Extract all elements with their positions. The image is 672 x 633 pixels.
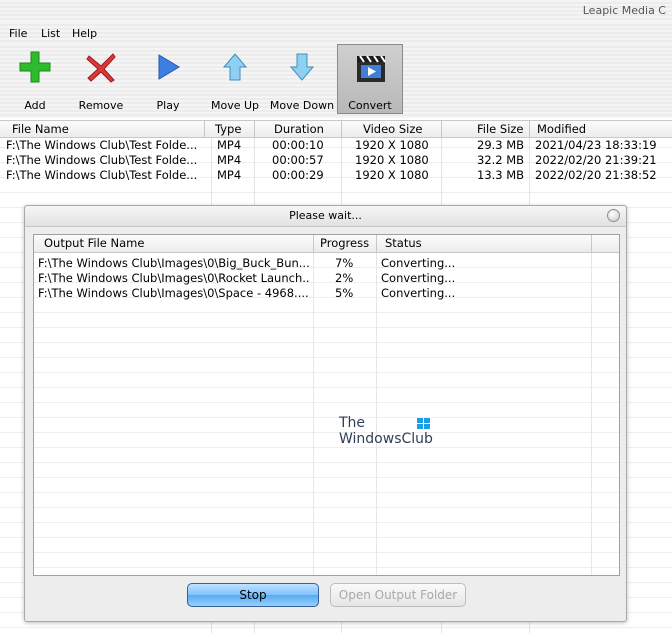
stop-button[interactable]: Stop: [187, 583, 319, 607]
cell-duration: 00:00:57: [272, 153, 324, 167]
header-separator[interactable]: [591, 235, 592, 252]
header-separator[interactable]: [204, 121, 205, 137]
cell-duration: 00:00:29: [272, 168, 324, 182]
cell-modified: 2022/02/20 21:39:21: [535, 153, 657, 167]
add-icon: [19, 51, 51, 83]
cell-type: MP4: [217, 138, 242, 152]
list-item[interactable]: F:\The Windows Club\Images\0\Big_Buck_Bu…: [34, 256, 619, 271]
list-item[interactable]: F:\The Windows Club\Images\0\Rocket Laun…: [34, 271, 619, 286]
windows-logo-icon: [417, 418, 431, 430]
remove-icon: [86, 53, 116, 83]
cell-modified: 2022/02/20 21:38:52: [535, 168, 657, 182]
cell-status: Converting...: [381, 271, 456, 285]
cell-output-file-name: F:\The Windows Club\Images\0\Big_Buck_Bu…: [38, 256, 310, 270]
table-row[interactable]: F:\The Windows Club\Test Folde... MP4 00…: [0, 138, 672, 153]
menu-file[interactable]: File: [9, 27, 27, 40]
add-button[interactable]: Add: [2, 44, 68, 114]
move-up-button[interactable]: Move Up: [202, 44, 268, 114]
cell-status: Converting...: [381, 286, 456, 300]
cell-modified: 2021/04/23 18:33:19: [535, 138, 657, 152]
progress-dialog: Please wait... Output File Name Progress…: [24, 205, 627, 622]
play-button[interactable]: Play: [135, 44, 201, 114]
header-status[interactable]: Status: [385, 236, 422, 250]
cell-type: MP4: [217, 168, 242, 182]
menu-help[interactable]: Help: [72, 27, 97, 40]
output-list-grid: [34, 253, 619, 575]
cell-progress: 2%: [335, 271, 354, 285]
convert-button[interactable]: Convert: [337, 44, 403, 114]
cell-status: Converting...: [381, 256, 456, 270]
watermark: The WindowsClub: [339, 415, 433, 447]
cell-video-size: 1920 X 1080: [355, 168, 429, 182]
cell-output-file-name: F:\The Windows Club\Images\0\Space - 496…: [38, 286, 309, 300]
table-row[interactable]: F:\The Windows Club\Test Folde... MP4 00…: [0, 153, 672, 168]
cell-progress: 5%: [335, 286, 354, 300]
list-item[interactable]: F:\The Windows Club\Images\0\Space - 496…: [34, 286, 619, 301]
dialog-title-bar[interactable]: Please wait...: [25, 206, 626, 227]
play-label: Play: [156, 99, 180, 112]
clapperboard-icon: [357, 55, 386, 82]
cell-type: MP4: [217, 153, 242, 167]
cell-video-size: 1920 X 1080: [355, 138, 429, 152]
header-video-size[interactable]: Video Size: [363, 122, 422, 136]
header-separator[interactable]: [341, 121, 342, 137]
toolbar: Add Remove Play Move Up Move Down Conver…: [0, 44, 672, 118]
watermark-line2: WindowsClub: [339, 431, 433, 447]
header-progress[interactable]: Progress: [320, 236, 369, 250]
open-output-folder-button[interactable]: Open Output Folder: [330, 583, 466, 607]
close-icon[interactable]: [607, 209, 620, 222]
menu-list[interactable]: List: [41, 27, 60, 40]
cell-output-file-name: F:\The Windows Club\Images\0\Rocket Laun…: [38, 271, 310, 285]
header-separator[interactable]: [441, 121, 442, 137]
table-row[interactable]: F:\The Windows Club\Test Folde... MP4 00…: [0, 168, 672, 183]
header-file-name[interactable]: File Name: [12, 122, 69, 136]
output-list[interactable]: Output File Name Progress Status F:\The …: [33, 234, 620, 576]
title-bar: Leapic Media C: [0, 0, 672, 22]
header-modified[interactable]: Modified: [537, 122, 586, 136]
arrow-up-icon: [222, 53, 248, 81]
header-separator[interactable]: [376, 235, 377, 252]
cell-duration: 00:00:10: [272, 138, 324, 152]
cell-file-name: F:\The Windows Club\Test Folde...: [6, 153, 198, 167]
play-icon: [158, 54, 180, 80]
menu-bar: File List Help: [0, 22, 672, 44]
move-down-label: Move Down: [269, 99, 335, 112]
header-duration[interactable]: Duration: [274, 122, 324, 136]
move-up-label: Move Up: [210, 99, 260, 112]
add-label: Add: [24, 99, 46, 112]
cell-file-name: F:\The Windows Club\Test Folde...: [6, 138, 198, 152]
file-list-header: File Name Type Duration Video Size File …: [0, 120, 672, 138]
move-down-button[interactable]: Move Down: [269, 44, 335, 114]
cell-file-size: 13.3 MB: [477, 168, 525, 182]
remove-label: Remove: [78, 99, 124, 112]
convert-label: Convert: [348, 99, 392, 112]
header-file-size[interactable]: File Size: [477, 122, 524, 136]
window-title: Leapic Media C: [582, 4, 666, 17]
cell-progress: 7%: [335, 256, 354, 270]
cell-file-size: 32.2 MB: [477, 153, 525, 167]
dialog-title: Please wait...: [289, 209, 362, 222]
header-type[interactable]: Type: [215, 122, 241, 136]
cell-file-size: 29.3 MB: [477, 138, 525, 152]
header-separator[interactable]: [254, 121, 255, 137]
cell-file-name: F:\The Windows Club\Test Folde...: [6, 168, 198, 182]
arrow-down-icon: [289, 53, 315, 81]
remove-button[interactable]: Remove: [68, 44, 134, 114]
cell-video-size: 1920 X 1080: [355, 153, 429, 167]
header-separator[interactable]: [313, 235, 314, 252]
output-list-header: Output File Name Progress Status: [34, 235, 619, 253]
header-output-file-name[interactable]: Output File Name: [44, 236, 144, 250]
header-separator[interactable]: [529, 121, 530, 137]
